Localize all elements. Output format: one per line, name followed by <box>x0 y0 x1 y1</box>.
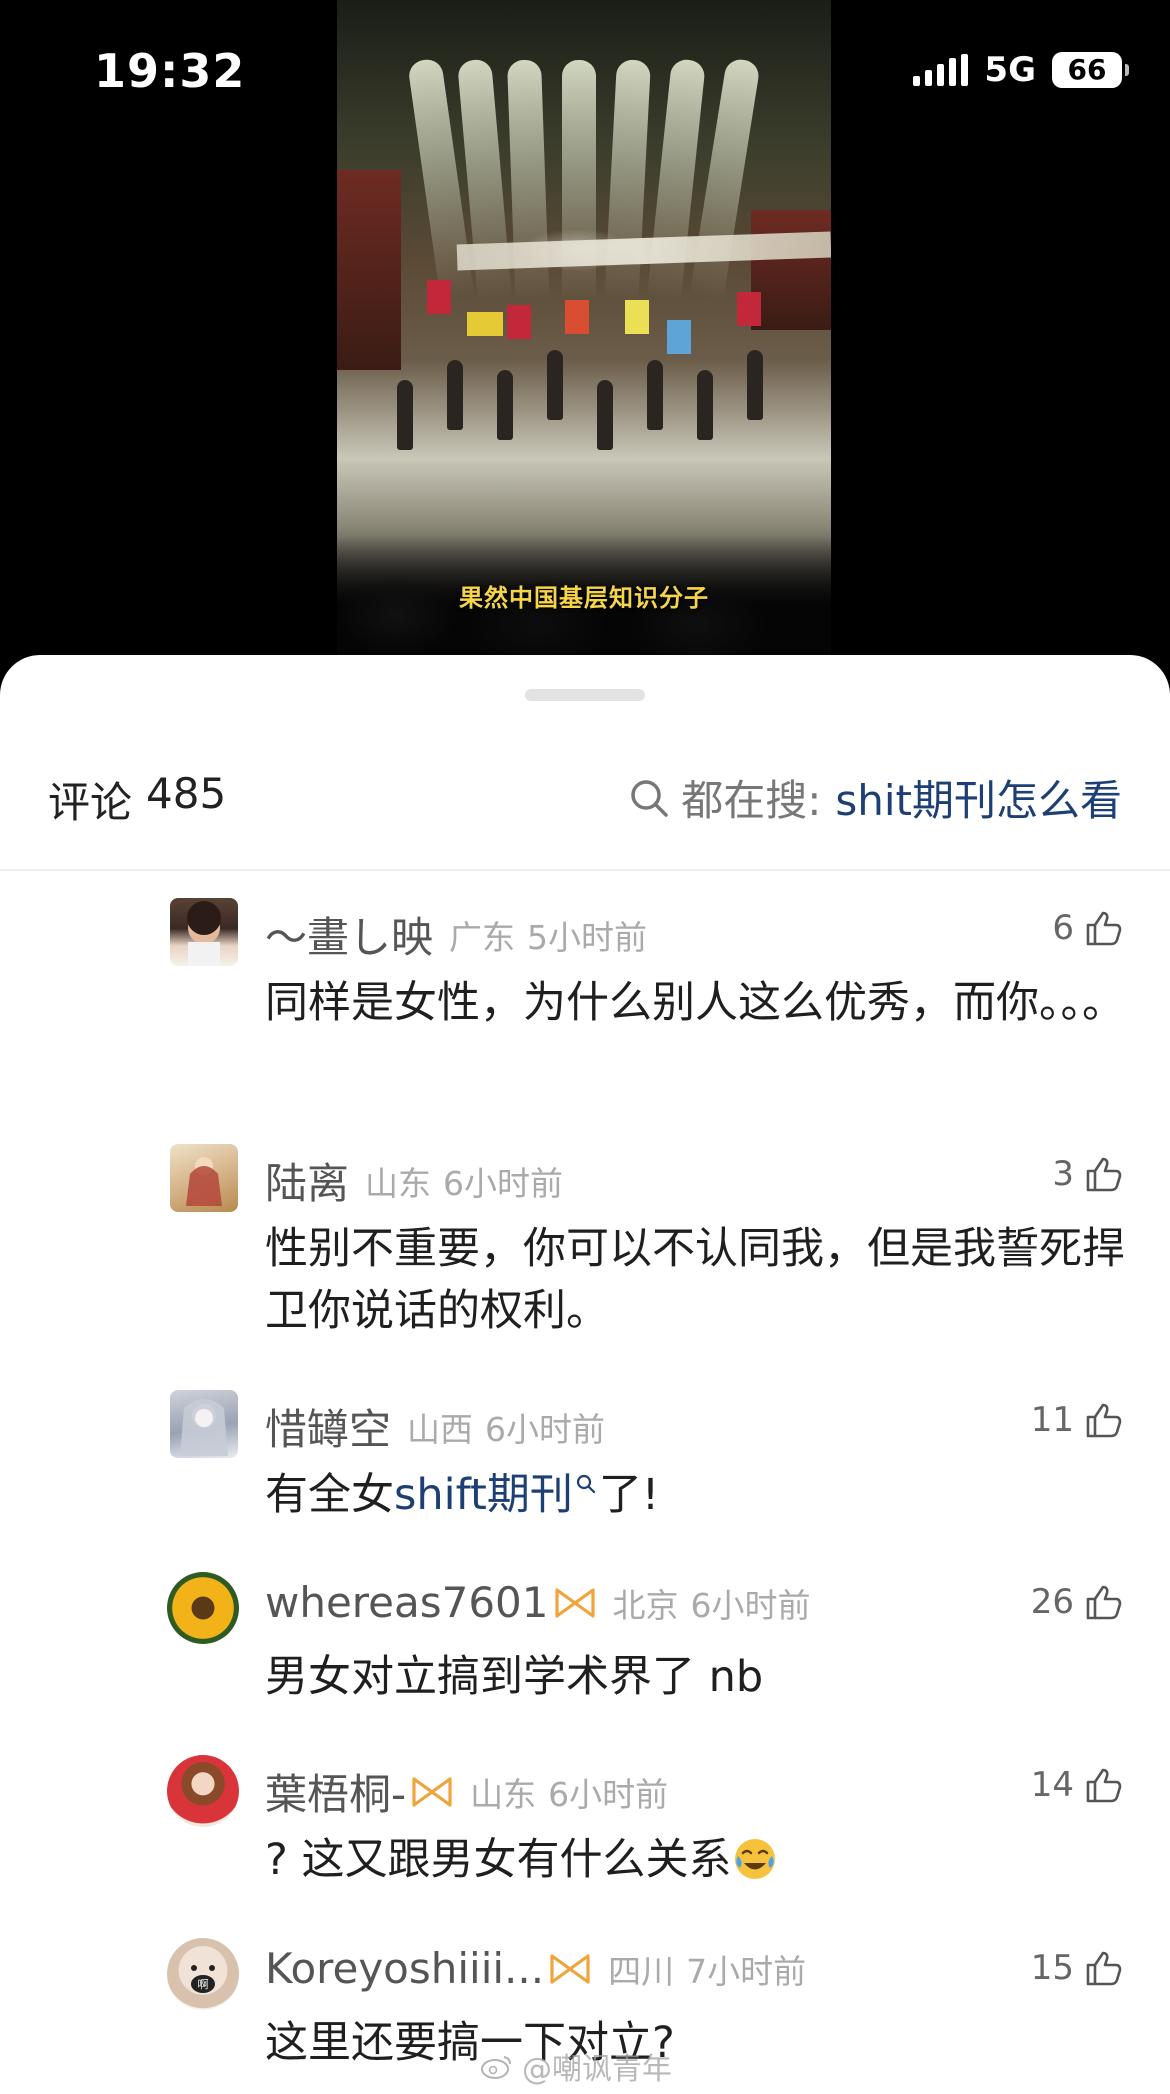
avatar[interactable] <box>167 1755 239 1827</box>
thumbs-up-icon <box>1086 1585 1122 1620</box>
ip-region: 山东 <box>470 1774 537 1814</box>
comment-time: 7小时前 <box>686 1951 807 1991</box>
comment-time: 6小时前 <box>548 1774 669 1814</box>
performer <box>397 380 413 450</box>
comment-label: 评论 <box>48 778 133 827</box>
performer <box>597 380 613 450</box>
vip-badge-icon <box>550 1953 590 1984</box>
flag <box>565 300 589 334</box>
flag <box>737 292 761 326</box>
ip-region: 山东 <box>365 1163 432 1203</box>
performer <box>647 360 663 430</box>
avatar[interactable] <box>167 1572 239 1644</box>
like-button[interactable]: 26 <box>1031 1582 1124 1622</box>
comment-text: 这里还要搞一下对立? <box>265 2018 675 2068</box>
comment-time: 6小时前 <box>690 1585 811 1625</box>
header-divider <box>0 869 1170 871</box>
comment-text: ? 这又跟男女有什么关系 <box>265 1829 1125 1891</box>
like-button[interactable]: 6 <box>1052 908 1124 948</box>
username[interactable]: whereas7601 <box>265 1578 549 1627</box>
like-button[interactable]: 3 <box>1052 1154 1124 1194</box>
video-player[interactable]: 果然中国基层知识分子 19:32 5G 66 <box>0 0 1170 700</box>
username[interactable]: 葉梧桐- <box>265 1761 406 1822</box>
search-icon <box>631 779 668 817</box>
performer <box>697 370 713 440</box>
thumbs-up-icon <box>1086 911 1122 946</box>
like-button[interactable]: 11 <box>1031 1400 1124 1440</box>
thumbs-up-icon <box>1086 1157 1122 1192</box>
crying-laughing-emoji-icon <box>734 1839 775 1879</box>
comment-time: 6小时前 <box>443 1163 564 1203</box>
battery-icon: 66 <box>1052 52 1129 88</box>
ip-region: 广东 <box>449 917 516 957</box>
comment-text-after: 了! <box>598 1470 660 1520</box>
vip-badge-icon <box>412 1776 452 1807</box>
comment-header: 评论 485 都在搜: shit期刊怎么看 <box>0 765 1170 853</box>
username[interactable]: Koreyoshiiii... <box>265 1944 544 1993</box>
like-count: 3 <box>1052 1154 1074 1194</box>
flag <box>467 312 503 336</box>
username[interactable]: 陆离 <box>265 1150 349 1211</box>
like-count: 26 <box>1030 1582 1074 1622</box>
performer <box>447 360 463 430</box>
thumbs-up-icon <box>1086 1768 1122 1803</box>
search-term-link[interactable]: shift期刊 <box>394 1470 573 1520</box>
comment-time: 5小时前 <box>527 917 648 957</box>
video-frame[interactable]: 果然中国基层知识分子 <box>337 0 831 655</box>
like-count: 14 <box>1030 1765 1074 1805</box>
hot-search-link[interactable]: 都在搜: shit期刊怎么看 <box>627 767 1122 828</box>
ip-region: 山西 <box>407 1409 474 1449</box>
svg-text:啊: 啊 <box>198 1978 209 1991</box>
like-count: 11 <box>1030 1400 1074 1440</box>
like-button[interactable]: 14 <box>1031 1765 1124 1805</box>
comment-count: 评论 485 <box>48 769 226 830</box>
weibo-logo-icon <box>481 2056 511 2079</box>
username[interactable]: 惜罇空 <box>265 1396 391 1457</box>
comment-text: 男女对立搞到学术界了 nb <box>265 1652 764 1702</box>
comment-number: 485 <box>146 769 227 818</box>
comment-text: 同样是女性，为什么别人这么优秀，而你。。。 <box>265 978 1125 1028</box>
network-type: 5G <box>984 50 1036 90</box>
hot-search-prefix: 都在搜: <box>681 776 822 825</box>
performer <box>747 350 763 420</box>
username[interactable]: ～畫し映 <box>265 904 433 965</box>
like-count: 6 <box>1052 908 1074 948</box>
status-indicators: 5G 66 <box>913 50 1129 90</box>
watermark: @嘲讽青年 <box>480 2044 672 2088</box>
stage-set-left <box>337 170 401 370</box>
avatar[interactable]: 啊 <box>167 1938 239 2010</box>
ip-region: 北京 <box>612 1585 679 1625</box>
hot-search-term[interactable]: shit期刊怎么看 <box>835 767 1122 828</box>
flag <box>507 305 531 339</box>
performer <box>497 370 513 440</box>
comment-text-before: 有全女 <box>265 1470 394 1520</box>
video-subtitle: 果然中国基层知识分子 <box>459 584 709 612</box>
sheet-drag-handle[interactable] <box>525 689 645 701</box>
thumbs-up-icon <box>1086 1951 1122 1986</box>
comment-text: 性别不重要，你可以不认同我，但是我誓死捍卫你说话的权利。 <box>265 1224 1125 1336</box>
like-button[interactable]: 15 <box>1031 1948 1124 1988</box>
comment-text-content: ? 这又跟男女有什么关系 <box>265 1835 732 1885</box>
avatar[interactable] <box>170 898 238 966</box>
avatar[interactable] <box>170 1144 238 1212</box>
search-icon[interactable] <box>575 1473 597 1495</box>
stage-set-right <box>751 210 831 330</box>
thumbs-up-icon <box>1086 1403 1122 1438</box>
vip-badge-icon <box>554 1587 595 1618</box>
ip-region: 四川 <box>608 1951 675 1991</box>
flag <box>427 280 451 314</box>
signal-icon <box>913 54 969 86</box>
watermark-text: @嘲讽青年 <box>522 2052 672 2087</box>
comment-text: 有全女shift期刊 了! <box>265 1464 1125 1526</box>
like-count: 15 <box>1030 1948 1074 1988</box>
flag <box>667 320 691 354</box>
comment-time: 6小时前 <box>485 1409 606 1449</box>
status-time: 19:32 <box>94 44 246 98</box>
flag <box>625 300 649 334</box>
avatar[interactable] <box>170 1390 238 1458</box>
performer <box>547 350 563 420</box>
